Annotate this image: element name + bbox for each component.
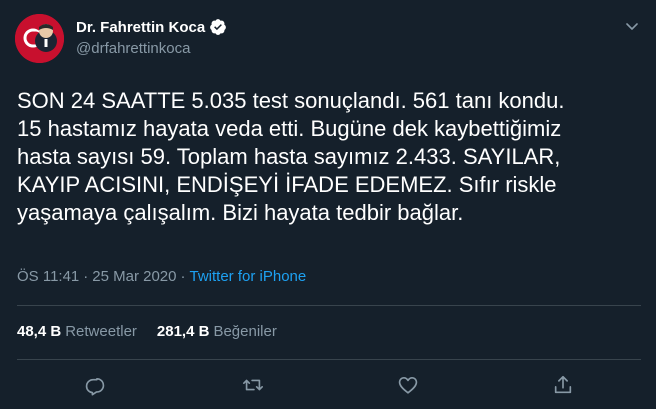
retweets-label[interactable]: Retweetler [65, 323, 137, 340]
avatar[interactable] [15, 14, 64, 63]
reply-button[interactable] [82, 372, 108, 398]
divider [17, 359, 641, 360]
avatar-image [15, 14, 64, 63]
heart-icon [398, 377, 418, 394]
share-button[interactable] [550, 372, 576, 398]
tweet-time[interactable]: ÖS 11:41 [17, 268, 79, 285]
likes-label[interactable]: Beğeniler [213, 323, 276, 340]
like-button[interactable] [395, 372, 421, 398]
verified-badge-icon [210, 19, 227, 35]
display-name[interactable]: Dr. Fahrettin Koca [76, 19, 205, 36]
tweet-source-link[interactable]: Twitter for iPhone [190, 268, 307, 285]
tweet-text: SON 24 SAATTE 5.035 test sonuçlandı. 561… [17, 88, 565, 225]
retweet-button[interactable] [240, 372, 266, 398]
retweet-icon [243, 379, 263, 391]
user-handle[interactable]: @drfahrettinkoca [76, 40, 190, 57]
tweet-date[interactable]: 25 Mar 2020 [92, 268, 176, 285]
likes-count[interactable]: 281,4 B [157, 323, 210, 340]
author-name-row[interactable]: Dr. Fahrettin Koca [76, 18, 227, 36]
tweet-stats: 48,4 B Retweetler 281,4 B Beğeniler [17, 323, 277, 340]
reply-icon [85, 377, 105, 396]
tweet-card: Dr. Fahrettin Koca @drfahrettinkoca SON … [0, 0, 656, 409]
tweet-actions [0, 372, 656, 402]
tweet-meta: ÖS 11:41 · 25 Mar 2020 · Twitter for iPh… [17, 268, 306, 285]
retweets-count[interactable]: 48,4 B [17, 323, 61, 340]
meta-separator: · [180, 268, 186, 285]
share-icon [554, 375, 572, 394]
divider [17, 305, 641, 306]
meta-separator: · [83, 268, 89, 285]
chevron-down-icon[interactable] [624, 18, 640, 34]
